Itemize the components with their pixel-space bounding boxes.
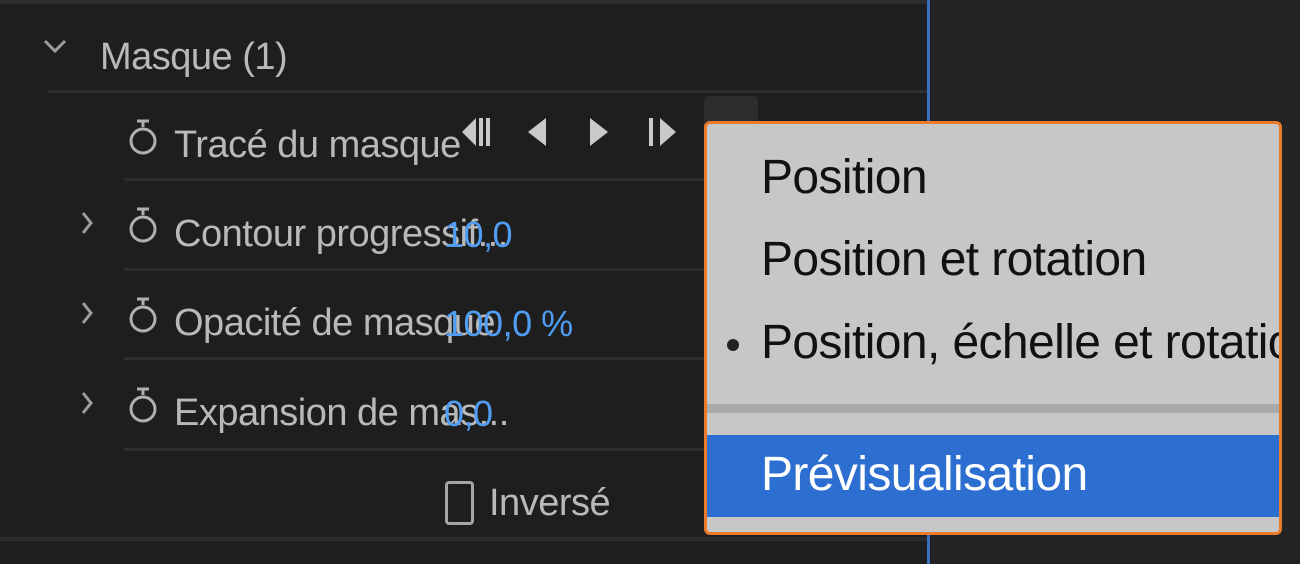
- menu-divider: [707, 404, 1279, 413]
- property-value-mask-expansion[interactable]: 0,0: [444, 393, 493, 435]
- track-selected-backward-icon[interactable]: [458, 112, 492, 152]
- chevron-right-icon[interactable]: [80, 390, 94, 416]
- selected-bullet-icon: [727, 339, 739, 351]
- stopwatch-icon[interactable]: [128, 386, 158, 424]
- tracking-method-menu: Position Position et rotation Position, …: [704, 121, 1282, 535]
- panel-top-border: [0, 0, 928, 4]
- panel-bottom-border: [0, 537, 928, 541]
- mask-section-title[interactable]: Masque (1): [100, 36, 288, 79]
- stopwatch-icon[interactable]: [128, 206, 158, 244]
- menu-item-position-rotation[interactable]: Position et rotation: [707, 232, 1279, 294]
- chevron-right-icon[interactable]: [80, 210, 94, 236]
- invert-checkbox[interactable]: [445, 481, 474, 525]
- stopwatch-icon[interactable]: [128, 296, 158, 334]
- property-value-mask-feather[interactable]: 10,0: [444, 214, 513, 256]
- menu-item-position-scale-rotation[interactable]: Position, échelle et rotation: [707, 315, 1279, 377]
- menu-item-label: Position, échelle et rotation: [761, 316, 1282, 369]
- track-backward-one-frame-icon[interactable]: [520, 112, 554, 152]
- menu-item-label: Prévisualisation: [761, 448, 1088, 501]
- chevron-down-icon[interactable]: [42, 38, 68, 56]
- property-label-mask-path: Tracé du masque: [174, 124, 461, 166]
- track-forward-one-frame-icon[interactable]: [582, 112, 616, 152]
- divider: [48, 90, 928, 93]
- menu-item-label: Position: [761, 151, 928, 204]
- chevron-right-icon[interactable]: [80, 300, 94, 326]
- menu-item-position[interactable]: Position: [707, 150, 1279, 212]
- invert-label[interactable]: Inversé: [489, 482, 611, 525]
- property-value-mask-opacity[interactable]: 100,0 %: [444, 303, 573, 345]
- track-selected-forward-icon[interactable]: [646, 112, 680, 152]
- menu-item-label: Position et rotation: [761, 233, 1147, 286]
- stopwatch-icon[interactable]: [128, 118, 158, 156]
- menu-item-preview[interactable]: Prévisualisation: [707, 435, 1279, 517]
